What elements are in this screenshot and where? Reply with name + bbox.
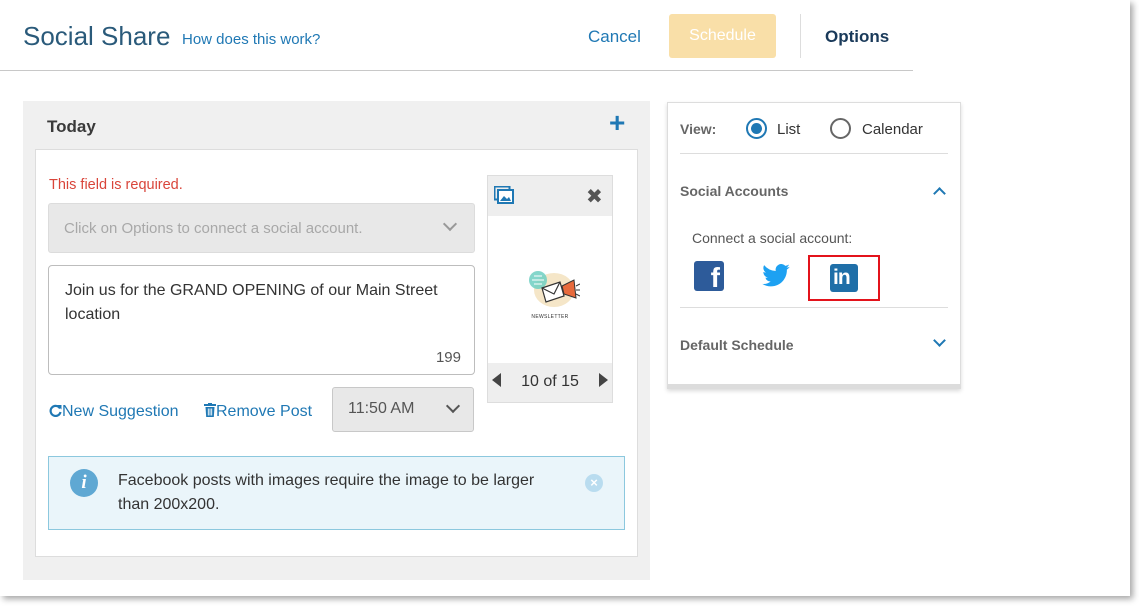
trash-icon — [204, 403, 216, 417]
day-title: Today — [47, 117, 96, 136]
options-panel: View: List Calendar Social Accounts Conn… — [667, 102, 961, 389]
social-accounts-header[interactable]: Social Accounts — [680, 183, 788, 199]
social-account-placeholder: Click on Options to connect a social acc… — [64, 220, 363, 237]
page-title: Social Share — [23, 21, 171, 51]
field-error-message: This field is required. — [49, 177, 183, 193]
info-alert-text: Facebook posts with images require the i… — [118, 472, 535, 513]
post-image-panel: ✖ NEWSLETTER 10 of 15 — [487, 175, 613, 403]
default-schedule-header[interactable]: Default Schedule — [680, 337, 794, 353]
time-value: 11:50 AM — [348, 400, 415, 417]
facebook-icon[interactable]: f — [694, 261, 724, 293]
view-list-radio[interactable] — [746, 118, 767, 139]
info-icon: i — [70, 469, 98, 497]
view-calendar-radio[interactable] — [830, 118, 851, 139]
options-button[interactable]: Options — [825, 27, 889, 47]
twitter-icon[interactable] — [761, 261, 791, 291]
post-card: This field is required. Click on Options… — [35, 149, 638, 557]
connect-account-label: Connect a social account: — [692, 230, 853, 246]
caret-right-icon[interactable] — [599, 373, 608, 387]
app-window: Social Share How does this work? Cancel … — [0, 0, 1130, 596]
chevron-down-icon — [442, 216, 458, 232]
view-list-label[interactable]: List — [777, 121, 800, 138]
linkedin-icon[interactable]: in — [830, 264, 858, 292]
plus-icon[interactable]: + — [609, 109, 625, 137]
post-text-input[interactable]: Join us for the GRAND OPENING of our Mai… — [48, 265, 475, 375]
remove-post-label: Remove Post — [216, 403, 313, 420]
post-image-thumbnail: NEWSLETTER — [488, 216, 612, 363]
chevron-down-icon[interactable] — [933, 334, 946, 347]
header-divider — [800, 14, 801, 58]
post-panel: Today + This field is required. Click on… — [23, 101, 650, 580]
newsletter-illustration — [529, 271, 580, 307]
options-divider — [680, 153, 948, 154]
post-text-value: Join us for the GRAND OPENING of our Mai… — [65, 282, 438, 323]
info-alert: i Facebook posts with images require the… — [48, 456, 625, 530]
refresh-icon — [49, 404, 62, 417]
change-image-icon[interactable] — [494, 186, 514, 204]
close-icon[interactable]: ✖ — [586, 184, 603, 209]
linkedin-highlight-box: in — [808, 255, 880, 301]
close-alert-icon[interactable]: × — [585, 474, 603, 492]
chevron-up-icon[interactable] — [933, 187, 946, 200]
chevron-down-icon — [445, 398, 461, 414]
image-pager: 10 of 15 — [488, 366, 612, 398]
character-count: 199 — [435, 349, 461, 366]
remove-post-button[interactable]: Remove Post — [204, 403, 312, 421]
new-suggestion-label: New Suggestion — [62, 403, 179, 420]
image-pager-text: 10 of 15 — [521, 373, 579, 390]
header-separator — [0, 70, 913, 71]
thumbnail-caption: NEWSLETTER — [531, 314, 569, 320]
schedule-button[interactable]: Schedule — [669, 14, 776, 58]
time-select[interactable]: 11:50 AM — [332, 387, 474, 432]
view-label: View: — [680, 121, 717, 137]
how-does-this-work-link[interactable]: How does this work? — [182, 31, 320, 48]
options-divider — [680, 307, 948, 308]
social-account-select[interactable]: Click on Options to connect a social acc… — [48, 203, 475, 253]
view-calendar-label[interactable]: Calendar — [862, 121, 923, 138]
cancel-button[interactable]: Cancel — [588, 27, 641, 47]
new-suggestion-button[interactable]: New Suggestion — [49, 403, 179, 421]
